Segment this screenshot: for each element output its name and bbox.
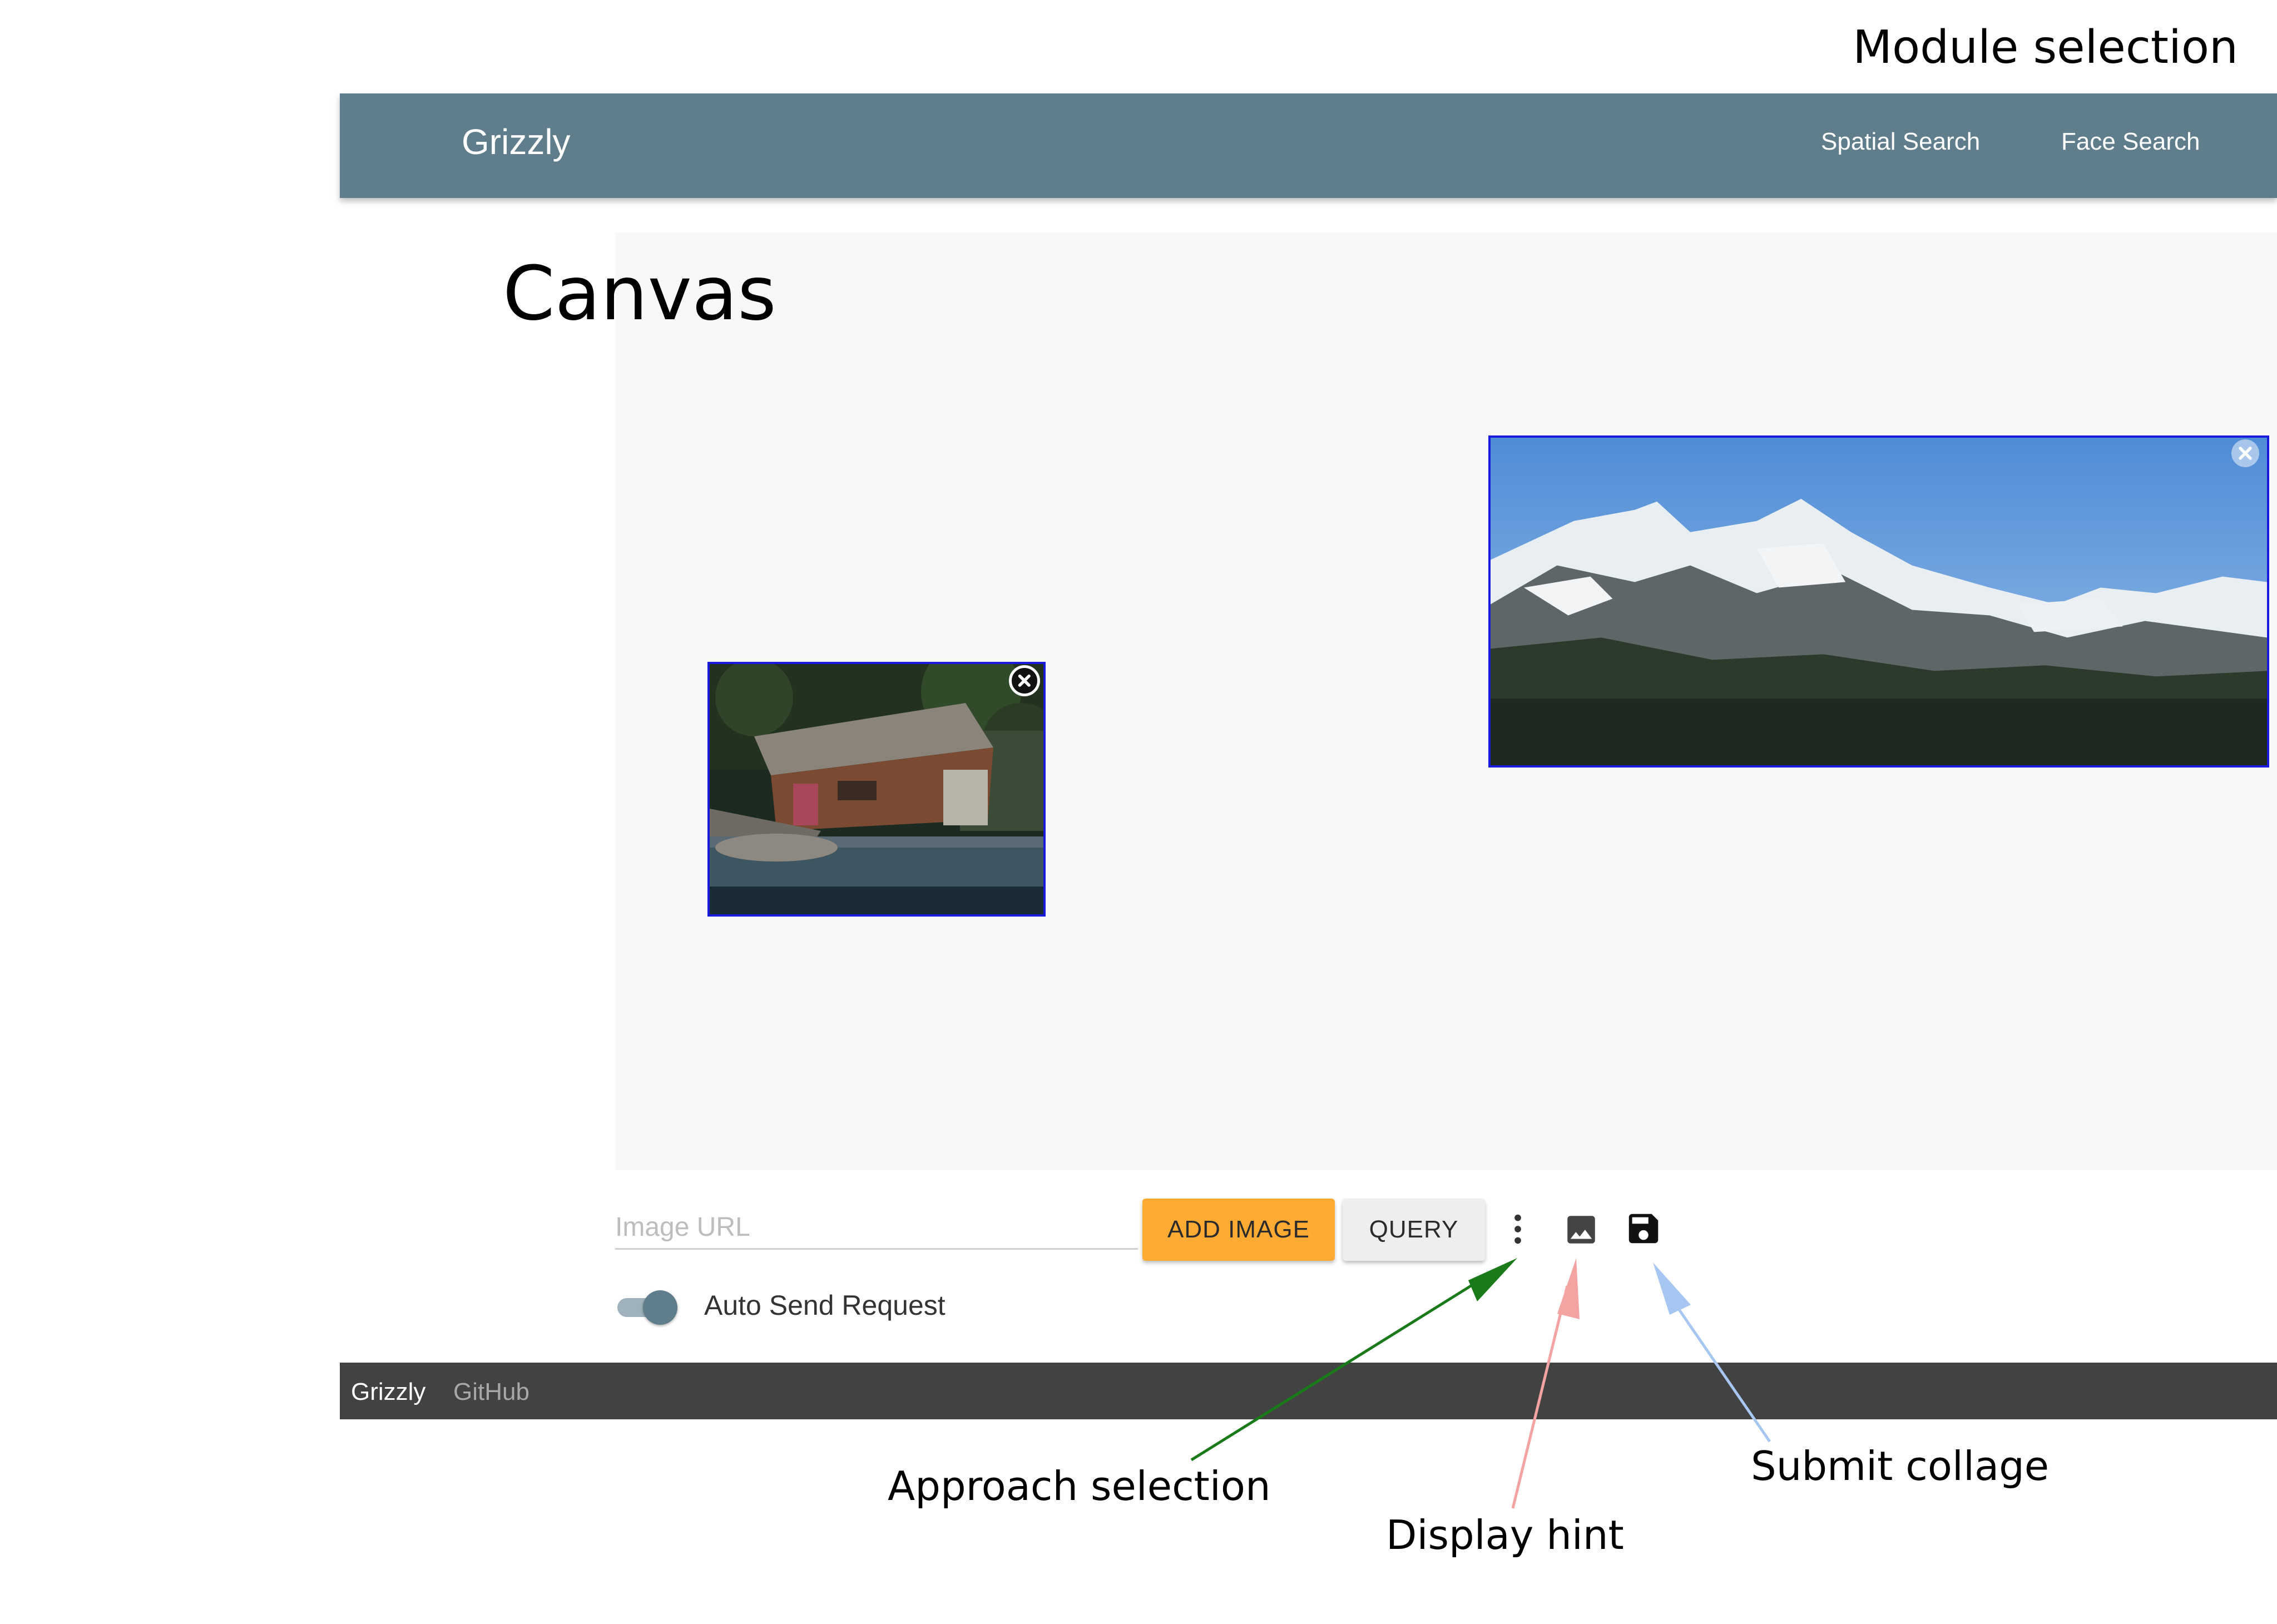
footer-brand[interactable]: Grizzly [351, 1378, 425, 1406]
toggle-knob [643, 1290, 677, 1325]
annotation-display-hint: Display hint [1386, 1512, 1624, 1558]
annotation-module-selection: Module selection [1853, 21, 2238, 74]
save-icon[interactable] [1623, 1208, 1664, 1249]
image-icon[interactable] [1561, 1209, 1602, 1250]
footer-github-link[interactable]: GitHub [453, 1378, 529, 1406]
annotation-approach-selection: Approach selection [888, 1463, 1271, 1509]
top-navbar: Grizzly Spatial Search Face Search [340, 93, 2277, 198]
navbar-brand[interactable]: Grizzly [462, 121, 571, 162]
annotation-submit-collage: Submit collage [1751, 1443, 2050, 1489]
mountain-image [1491, 438, 2267, 765]
close-icon[interactable] [2231, 439, 2259, 467]
auto-send-toggle[interactable] [614, 1290, 680, 1325]
query-button[interactable]: QUERY [1343, 1199, 1485, 1261]
cabin-image [710, 664, 1043, 914]
approach-arrow-head [1468, 1258, 1517, 1301]
close-circle-icon[interactable] [1009, 665, 1040, 696]
image-url-input[interactable] [615, 1206, 1138, 1250]
display-arrow-head [1557, 1258, 1580, 1319]
annotation-canvas: Canvas [503, 250, 776, 337]
canvas-image-tile-cabin[interactable] [707, 662, 1046, 917]
submit-arrow-head [1653, 1262, 1691, 1315]
nav-link-spatial-search[interactable]: Spatial Search [1821, 128, 1980, 156]
nav-link-face-search[interactable]: Face Search [2061, 128, 2200, 156]
more-vertical-icon[interactable] [1497, 1209, 1538, 1250]
add-image-button[interactable]: ADD IMAGE [1142, 1199, 1335, 1261]
canvas-image-tile-mountain[interactable] [1488, 435, 2269, 768]
footer-bar: Grizzly GitHub [340, 1363, 2277, 1419]
auto-send-label: Auto Send Request [704, 1290, 946, 1321]
